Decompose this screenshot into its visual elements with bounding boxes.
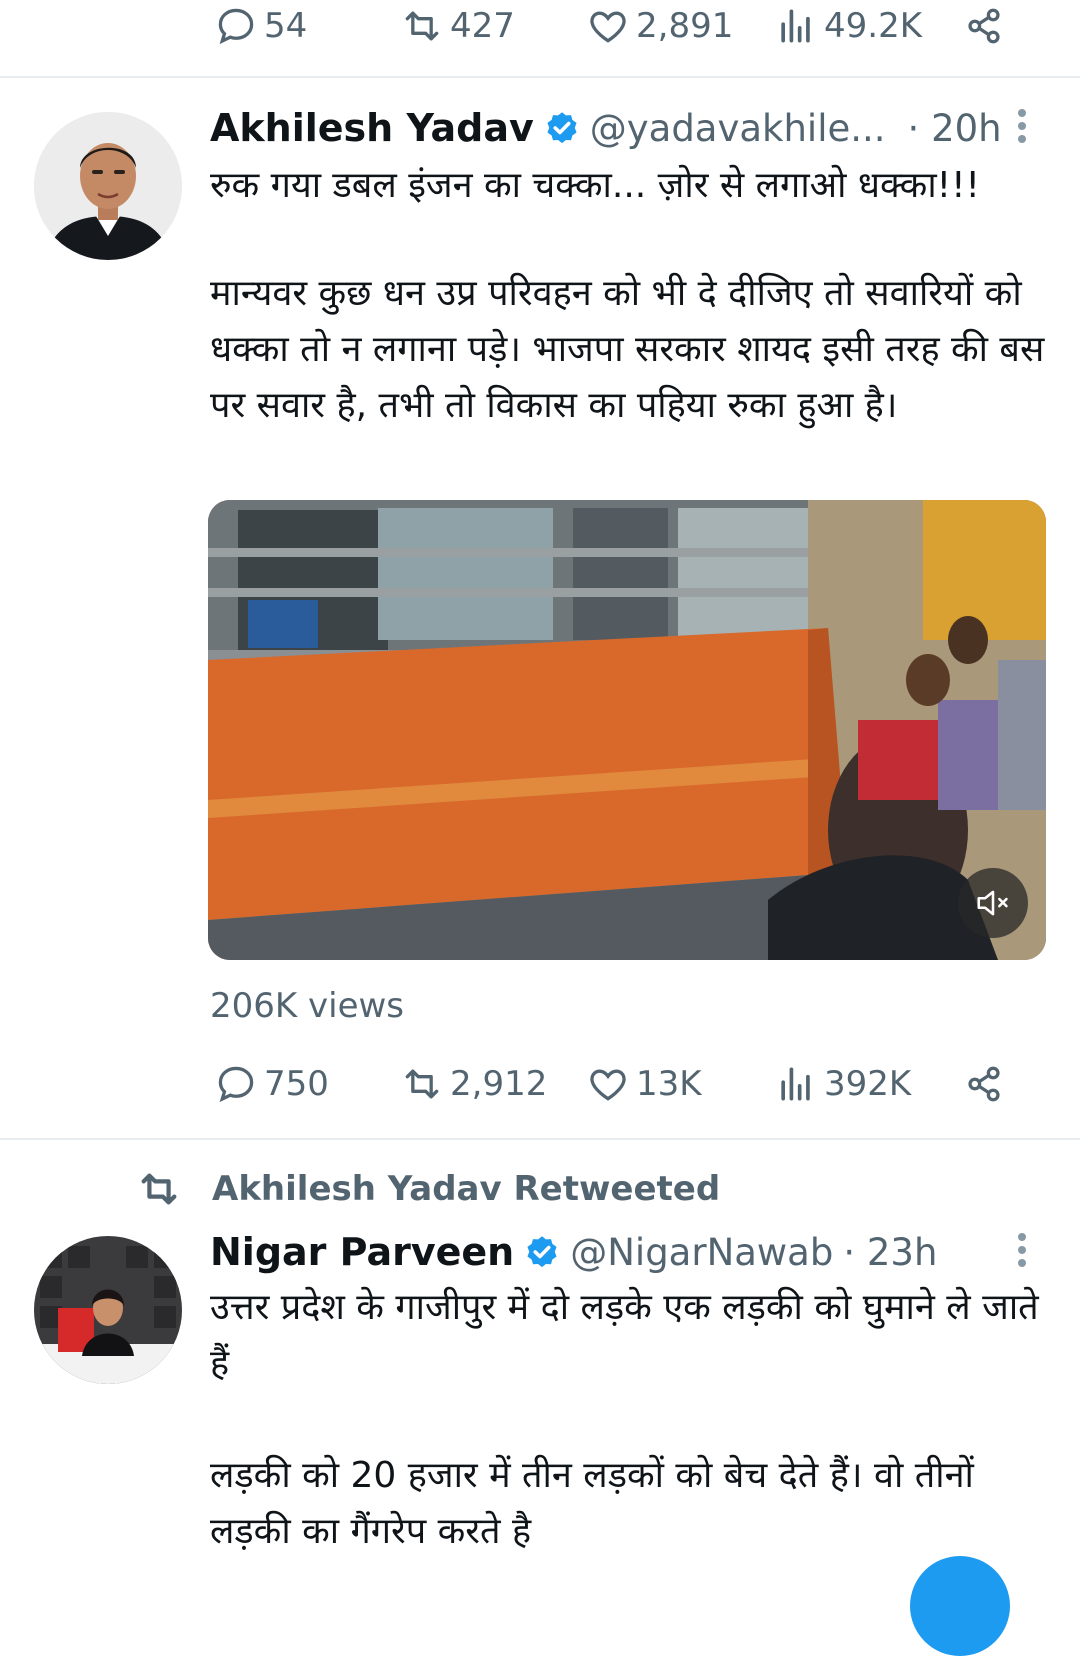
video-frame	[208, 500, 1046, 960]
retweet-count: 2,912	[450, 1064, 548, 1104]
share-button[interactable]	[962, 1062, 1012, 1106]
verified-badge-icon	[547, 112, 577, 144]
tweet-text-paragraph: उत्तर प्रदेश के गाजीपुर में दो लड़के एक …	[210, 1287, 1039, 1384]
heart-icon	[590, 11, 626, 43]
views-button[interactable]: 49.2K	[774, 4, 922, 48]
video-view-count: 206K views	[210, 986, 405, 1026]
tweet-divider	[0, 76, 1080, 78]
reply-icon	[218, 8, 254, 45]
views-button[interactable]: 392K	[774, 1062, 911, 1106]
tweet-actions: 750 2,912 13K 392K	[0, 1056, 1080, 1116]
tweet-text: रुक गया डबल इंजन का चक्का... ज़ोर से लगा…	[210, 158, 1050, 434]
reply-button[interactable]: 54	[214, 4, 307, 48]
like-button[interactable]: 13K	[586, 1062, 702, 1106]
more-options-icon[interactable]	[1012, 1228, 1032, 1278]
reply-icon	[218, 1066, 254, 1103]
tweet-video[interactable]	[208, 500, 1046, 960]
compose-tweet-button[interactable]	[910, 1556, 1010, 1656]
tweet-header: Akhilesh Yadav @yadavakhile... · 20h	[210, 100, 1002, 156]
retweet-button[interactable]: 2,912	[400, 1062, 547, 1106]
timestamp[interactable]: · 20h	[908, 107, 1002, 150]
avatar[interactable]	[34, 1236, 182, 1384]
like-count: 2,891	[636, 6, 734, 46]
profile-photo	[34, 112, 182, 260]
views-count: 392K	[824, 1064, 912, 1104]
retweet-count: 427	[450, 6, 515, 46]
display-name[interactable]: Akhilesh Yadav	[210, 106, 534, 150]
heart-icon	[590, 1069, 626, 1101]
display-name[interactable]: Nigar Parveen	[210, 1230, 514, 1274]
retweet-icon	[405, 11, 439, 41]
analytics-icon	[781, 9, 810, 43]
reply-button[interactable]: 750	[214, 1062, 329, 1106]
handle[interactable]: @yadavakhile...	[590, 107, 886, 150]
tweet-text: उत्तर प्रदेश के गाजीपुर में दो लड़के एक …	[210, 1280, 1050, 1560]
like-button[interactable]: 2,891	[586, 4, 733, 48]
verified-badge-icon	[527, 1236, 557, 1268]
share-icon	[968, 8, 1000, 44]
tweet-divider	[0, 1138, 1080, 1140]
share-icon	[968, 1066, 1000, 1102]
retweet-icon	[141, 1173, 177, 1205]
more-options-icon[interactable]	[1012, 104, 1032, 154]
timestamp[interactable]: · 23h	[843, 1231, 937, 1274]
tweet-text-paragraph: लड़की को 20 हजार में तीन लड़कों को बेच द…	[210, 1455, 974, 1552]
muted-speaker-icon	[977, 890, 1008, 916]
previous-tweet-actions: 54 427 2,891 49.2K	[0, 0, 1080, 60]
avatar[interactable]	[34, 112, 182, 260]
handle[interactable]: @NigarNawab	[570, 1231, 833, 1274]
tweet-header: Nigar Parveen @NigarNawab · 23h	[210, 1224, 937, 1280]
retweet-context[interactable]: Akhilesh Yadav Retweeted	[136, 1166, 720, 1212]
profile-photo	[34, 1236, 182, 1384]
reply-count: 54	[264, 6, 308, 46]
like-count: 13K	[636, 1064, 702, 1104]
retweet-button[interactable]: 427	[400, 4, 515, 48]
retweet-icon	[405, 1069, 439, 1099]
reply-count: 750	[264, 1064, 329, 1104]
tweet-text-paragraph: मान्यवर कुछ धन उप्र परिवहन को भी दे दीजि…	[210, 273, 1045, 426]
mute-button[interactable]	[958, 868, 1028, 938]
tweet-text-line: रुक गया डबल इंजन का चक्का... ज़ोर से लगा…	[210, 165, 980, 206]
share-button[interactable]	[962, 4, 1012, 48]
analytics-icon	[781, 1067, 810, 1101]
retweet-label: Akhilesh Yadav Retweeted	[212, 1169, 721, 1209]
views-count: 49.2K	[824, 6, 922, 46]
